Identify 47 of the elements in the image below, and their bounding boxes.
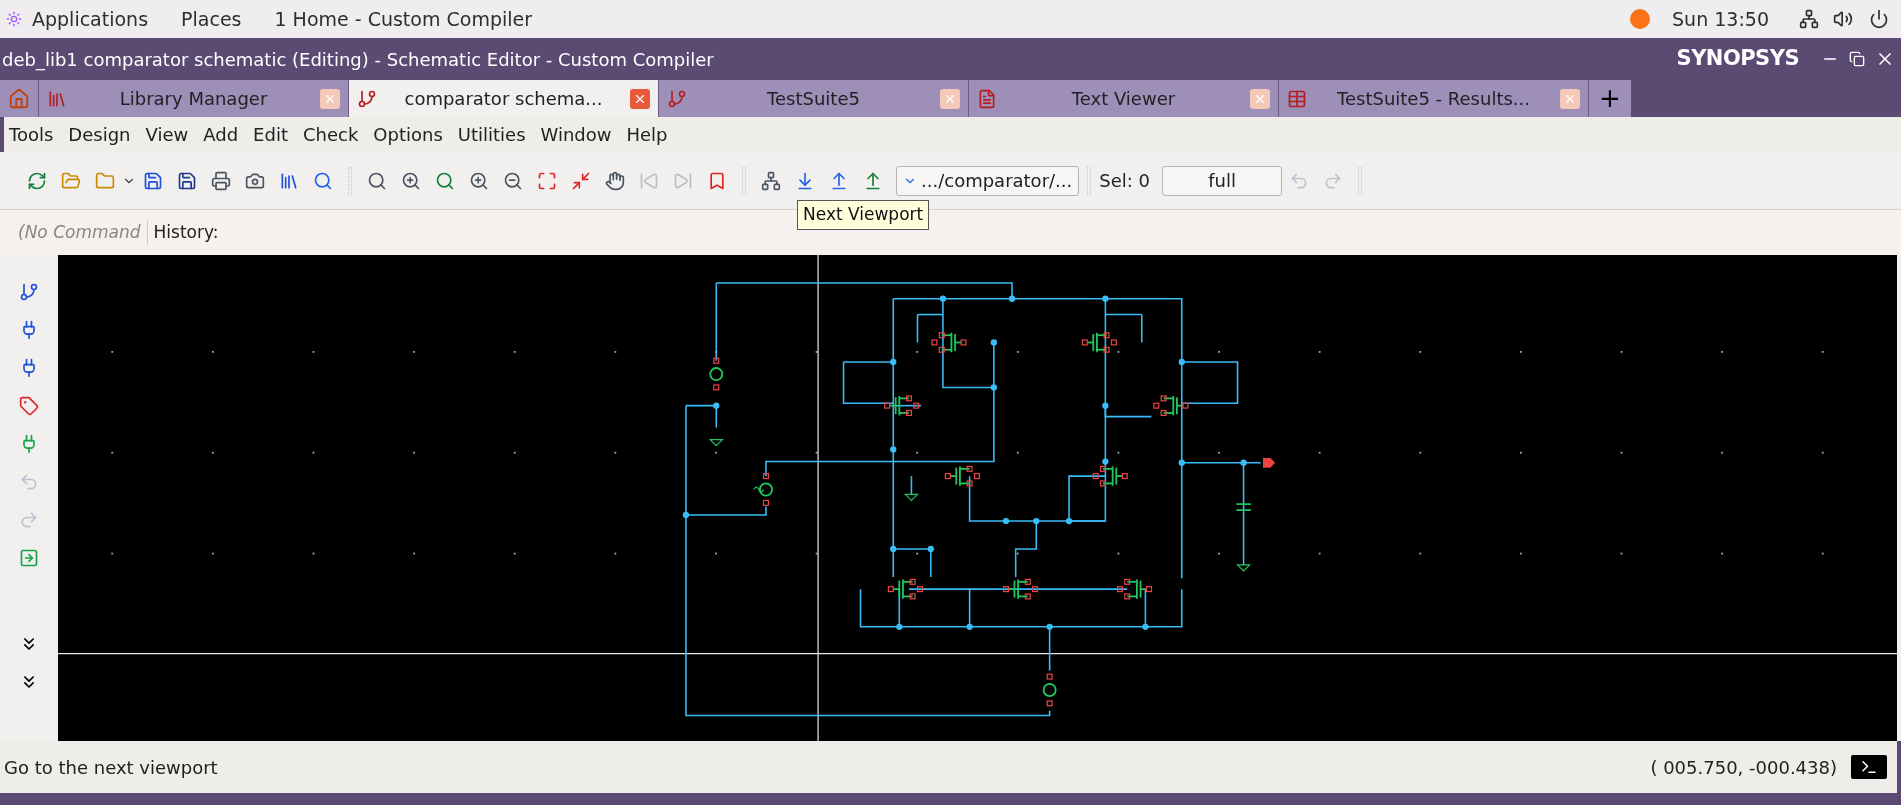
tab-close-icon[interactable] [1560,88,1580,109]
tab[interactable]: comparator schema... [349,80,659,117]
tab-close-icon[interactable] [320,88,340,109]
coordinates: ( 005.750, -000.438) [1650,755,1837,780]
panel-menu[interactable]: 1 Home - Custom Compiler [274,4,532,34]
panel-menu[interactable]: Places [181,4,242,34]
tab-label: Text Viewer [1070,87,1177,111]
menu-item[interactable]: Options [368,121,448,148]
new-tab-button[interactable]: + [1589,80,1631,117]
menu-item[interactable]: Design [63,121,136,148]
tab-close-icon[interactable] [1250,88,1270,109]
selection-count: Sel: 0 [1099,169,1150,193]
network-icon[interactable] [1799,9,1819,29]
menu-item[interactable]: Help [621,121,673,148]
terminal-icon[interactable] [1851,755,1887,779]
panel-menu[interactable]: Applications [32,4,149,34]
home-icon [8,87,30,110]
document-icon [977,88,997,109]
volume-icon[interactable] [1833,9,1853,29]
table-icon [1287,88,1307,109]
clock[interactable]: Sun 13:50 [1672,4,1769,34]
tab-label: TestSuite5 [766,87,861,111]
tab-label: TestSuite5 - Results... [1336,87,1531,111]
tab-label: comparator schema... [403,87,604,111]
view-mode-field[interactable]: full [1162,165,1282,196]
menu-item[interactable]: Window [535,121,617,148]
tab-label: Library Manager [118,87,269,111]
status-message: Go to the next viewport [4,755,219,780]
tab-close-icon[interactable] [940,88,960,109]
menu-item[interactable]: Tools [4,121,59,148]
power-icon[interactable] [1869,9,1889,29]
restore-icon[interactable] [1849,51,1865,67]
tab-close-icon[interactable] [630,88,650,109]
menu-item[interactable]: View [140,121,194,148]
tab[interactable]: TestSuite5 [659,80,969,117]
hierarchy-path-field[interactable]: .../comparator/... [896,165,1080,196]
menu-item[interactable]: Edit [248,121,293,148]
menu-item[interactable]: Utilities [452,121,531,148]
brand-logo: SYNOPSYS [1676,45,1799,73]
history-label: History: [153,220,219,244]
tab[interactable]: TestSuite5 - Results... [1279,80,1589,117]
tab[interactable]: Text Viewer [969,80,1279,117]
menu-item[interactable]: Add [198,121,244,148]
menu-item[interactable]: Check [297,121,364,148]
tab[interactable]: Library Manager [39,80,349,117]
tooltip: Next Viewport [797,200,930,230]
window-title: deb_lib1 comparator schematic (Editing) - Schematic Editor - Custom Compiler [2,47,714,73]
